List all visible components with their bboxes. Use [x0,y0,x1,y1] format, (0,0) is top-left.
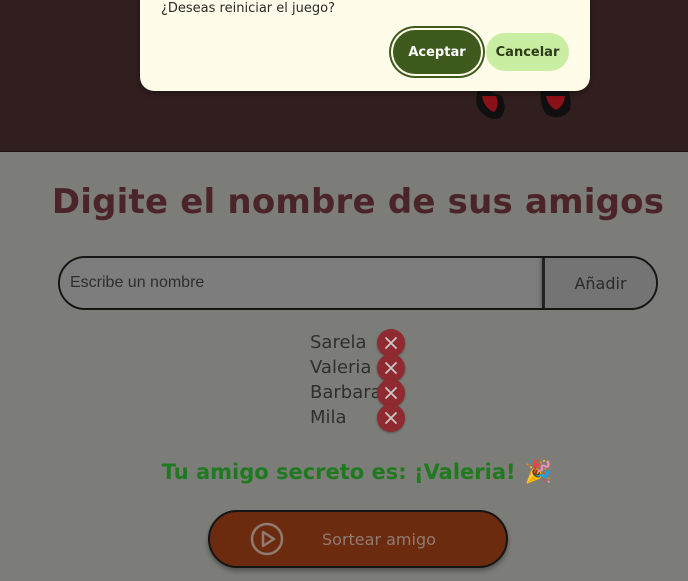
dialog-message: ¿Deseas reiniciar el juego? [161,1,335,16]
friend-name: Mila [310,407,347,428]
name-input[interactable] [60,258,542,308]
list-item: Barbara [310,379,420,407]
friend-name: Sarela [310,332,367,353]
play-circle-icon [250,522,284,556]
main-section: Digite el nombre de sus amigos Añadir Sa… [0,152,688,581]
friend-name: Valeria [310,357,372,378]
close-icon [385,387,397,399]
draw-button-label: Sortear amigo [322,529,436,549]
confirm-dialog: ¿Deseas reiniciar el juego? Aceptar Canc… [140,0,590,91]
list-item: Valeria [310,354,420,382]
cancel-button[interactable]: Cancelar [486,33,569,71]
remove-friend-button[interactable] [377,329,405,357]
name-input-group: Añadir [58,256,658,310]
friend-name: Barbara [310,382,382,403]
close-icon [385,337,397,349]
list-item: Mila [310,404,420,432]
result-message: Tu amigo secreto es: ¡Valeria! 🎉 [0,460,688,485]
party-popper-icon: 🎉 [524,460,553,485]
close-icon [385,362,397,374]
remove-friend-button[interactable] [377,379,405,407]
accept-button[interactable]: Aceptar [393,30,481,74]
add-button[interactable]: Añadir [542,258,656,308]
draw-friend-button[interactable]: Sortear amigo [208,510,508,568]
remove-friend-button[interactable] [377,354,405,382]
remove-friend-button[interactable] [377,404,405,432]
friends-list: Sarela Valeria Barbara Mila [310,329,420,432]
page-title: Digite el nombre de sus amigos [51,182,665,222]
list-item: Sarela [310,329,420,357]
result-text: Tu amigo secreto es: ¡Valeria! [161,460,516,484]
close-icon [385,412,397,424]
